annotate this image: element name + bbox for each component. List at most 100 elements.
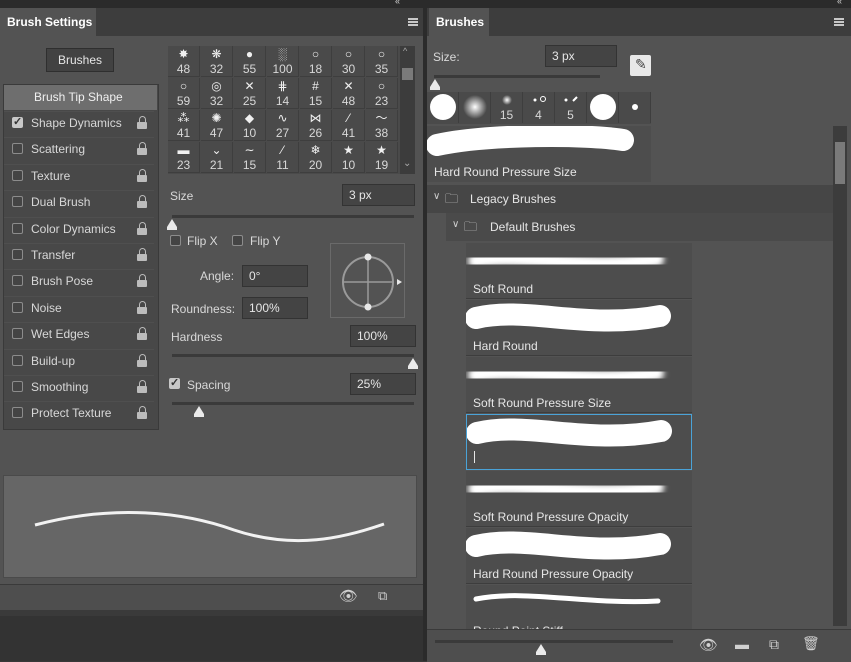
brush-tip-preset[interactable]: ⁄ 11 [267,142,299,173]
spacing-input[interactable]: 25% [350,373,416,395]
brush-tip-preset[interactable]: ⁂ 41 [168,110,200,141]
hardness-slider-track[interactable] [172,354,414,357]
current-brush-item[interactable]: Hard Round Pressure Size [427,126,651,182]
toggle-live-tip-icon[interactable]: 👁 [339,587,358,605]
brush-tip-preset[interactable]: ⋈ 26 [300,110,332,141]
option-checkbox[interactable] [12,301,23,313]
lock-icon[interactable] [137,380,147,393]
chevron-down-icon[interactable]: ∨ [452,219,459,230]
brush-option-item[interactable]: Scattering [4,137,154,161]
lock-icon[interactable] [137,406,147,420]
chevron-down-icon[interactable]: ∨ [433,191,440,202]
recent-tip[interactable]: 5 [555,92,587,123]
preview-size-slider-track[interactable] [435,640,673,643]
brush-option-item[interactable]: Protect Texture [4,401,154,425]
brush-option-item[interactable]: Color Dynamics [4,216,154,241]
create-new-brush-icon[interactable]: ⧉ [378,588,387,604]
flip-x-checkbox[interactable] [170,235,181,246]
brush-tip-preset[interactable]: ★ 10 [333,142,365,173]
brush-option-item[interactable]: Texture [4,163,154,188]
recent-tip[interactable] [459,92,491,123]
roundness-input[interactable]: 100% [242,297,308,319]
brush-option-item[interactable]: Wet Edges [4,322,154,346]
brushes-size-slider-thumb[interactable] [430,79,440,90]
lock-icon[interactable] [137,168,147,182]
brush-tip-preset[interactable]: ❋ 32 [201,46,233,77]
brush-tip-preset[interactable]: ▬ 23 [168,142,200,173]
brush-tip-preset[interactable]: ⌄ 21 [201,142,233,173]
lock-icon[interactable] [137,142,147,156]
brush-option-item[interactable]: Smoothing [4,375,154,399]
option-checkbox[interactable] [12,115,23,128]
hardness-slider-thumb[interactable] [408,358,418,369]
brush-tip-preset[interactable]: ∿ 27 [267,110,299,141]
lock-icon[interactable] [137,300,147,314]
brush-tip-preset[interactable]: ⋕ 14 [267,78,299,109]
spacing-slider-thumb[interactable] [194,406,204,417]
delete-brush-icon[interactable]: 🗑 [802,635,820,652]
brush-tip-preset[interactable]: ✕ 48 [333,78,365,109]
option-checkbox[interactable] [12,407,23,419]
brushes-menu-icon[interactable] [834,18,844,26]
folder-default-brushes[interactable]: ∨ 🗀 Default Brushes [446,213,833,241]
flip-y-checkbox[interactable] [232,235,243,246]
brush-tip-preset[interactable]: ● 55 [234,46,266,77]
brushes-scrollbar[interactable] [833,126,847,626]
brush-preset-item[interactable] [466,414,692,470]
angle-roundness-widget[interactable] [330,243,405,318]
brush-tip-preset[interactable]: ★ 19 [366,142,398,173]
lock-icon[interactable] [137,353,147,367]
brush-preset-item[interactable]: Hard Round [466,300,692,356]
size-slider-track[interactable] [172,215,414,218]
option-checkbox[interactable] [12,275,23,287]
tab-brush-settings[interactable]: Brush Settings [0,8,96,36]
brush-tip-shape-item[interactable]: Brush Tip Shape [4,85,157,110]
brush-tip-preset[interactable]: #15 [300,78,332,109]
brush-settings-toggle-icon[interactable]: ✎ [630,55,651,76]
option-checkbox[interactable] [12,222,23,234]
brush-tip-preset[interactable]: ✺ 47 [201,110,233,141]
lock-icon[interactable] [137,116,147,129]
lock-icon[interactable] [137,248,147,261]
brush-tip-preset[interactable]: ○ 30 [333,46,365,77]
scroll-up-icon[interactable]: ^ [403,46,407,56]
brush-preset-item[interactable]: Soft Round [466,243,692,299]
brush-tip-preset[interactable]: ░ 100 [267,46,299,77]
brushes-scroll-thumb[interactable] [835,142,845,184]
lock-icon[interactable] [137,195,147,209]
brush-preset-item[interactable]: Soft Round Pressure Opacity [466,471,692,527]
option-checkbox[interactable] [12,196,23,208]
scroll-down-icon[interactable]: ⌄ [403,158,411,169]
brush-tip-preset[interactable]: ◆ 10 [234,110,266,141]
brush-tip-preset[interactable]: ✕ 25 [234,78,266,109]
recent-tip[interactable] [587,92,619,123]
toggle-preview-icon[interactable]: 👁 [699,636,718,654]
recent-tip[interactable]: 4 [523,92,555,123]
recent-tip[interactable] [427,92,459,123]
brush-tip-preset[interactable]: 〜 38 [366,110,398,141]
spacing-checkbox[interactable] [169,376,180,389]
option-checkbox[interactable] [12,354,23,366]
tab-brushes[interactable]: Brushes [429,8,489,36]
brush-option-item[interactable]: Dual Brush [4,190,154,214]
recent-tip[interactable]: 15 [491,92,523,123]
option-checkbox[interactable] [12,143,23,155]
lock-icon[interactable] [137,221,147,235]
brush-preset-item[interactable]: Hard Round Pressure Opacity [466,528,692,584]
brush-option-item[interactable]: Noise [4,295,154,320]
collapse-left-icon[interactable]: « [395,0,400,6]
brush-option-item[interactable]: Transfer [4,243,154,267]
brush-tip-preset[interactable]: ⁄ 41 [333,110,365,141]
brushes-button[interactable]: Brushes [46,48,114,72]
option-checkbox[interactable] [12,169,23,181]
lock-icon[interactable] [137,274,147,288]
preview-size-slider-thumb[interactable] [536,644,546,655]
lock-icon[interactable] [137,327,147,341]
brush-preset-item[interactable]: Soft Round Pressure Size [466,357,692,413]
panel-menu-icon[interactable] [408,18,418,26]
size-slider-thumb[interactable] [167,219,177,230]
brushes-size-input[interactable]: 3 px [545,45,617,67]
new-group-folder-icon[interactable]: ▬ [735,636,749,652]
brush-tip-preset[interactable]: ○ 59 [168,78,200,109]
option-checkbox[interactable] [12,249,23,260]
